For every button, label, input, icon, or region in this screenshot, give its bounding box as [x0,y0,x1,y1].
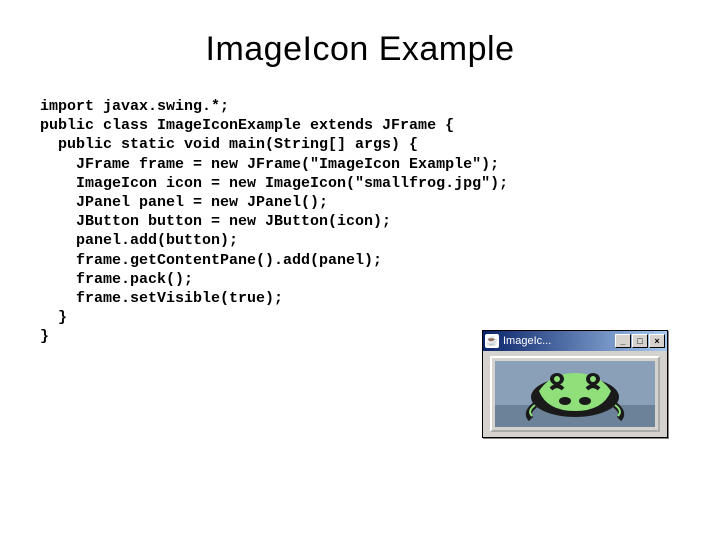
titlebar-buttons: _ □ × [614,334,665,348]
java-app-icon: ☕ [485,334,499,348]
frog-image-icon [495,361,655,427]
image-button[interactable] [490,356,660,432]
titlebar: ☕ ImageIc... _ □ × [483,331,667,351]
page-title: ImageIcon Example [40,30,680,69]
example-window: ☕ ImageIc... _ □ × [482,330,668,438]
slide: ImageIcon Example import javax.swing.*; … [0,0,720,540]
window-title: ImageIc... [501,335,612,347]
maximize-button[interactable]: □ [632,334,648,348]
close-button[interactable]: × [649,334,665,348]
window-client-area [483,351,667,437]
minimize-button[interactable]: _ [615,334,631,348]
code-block: import javax.swing.*; public class Image… [40,97,680,346]
